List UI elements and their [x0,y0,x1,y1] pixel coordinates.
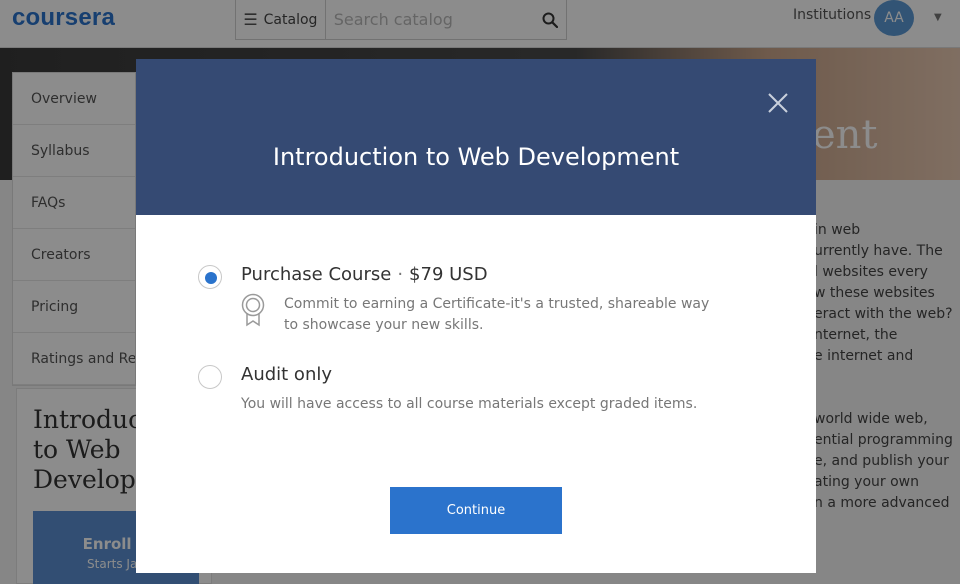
close-button[interactable] [766,91,790,115]
audit-only-description: You will have access to all course mater… [241,396,698,412]
purchase-course-radio[interactable] [198,265,222,289]
purchase-course-description: Commit to earning a Certificate-it's a t… [284,296,710,333]
modal-header: Introduction to Web Development [136,59,816,215]
purchase-course-title: Purchase Course [241,264,392,285]
enroll-options-modal: Introduction to Web Development Purchase… [136,59,816,573]
modal-title: Introduction to Web Development [272,143,680,171]
audit-only-radio[interactable] [198,365,222,389]
certificate-icon [240,293,266,327]
audit-only-label: Audit only [241,364,333,385]
close-icon [768,93,788,113]
continue-button[interactable]: Continue [390,487,562,534]
purchase-course-label: Purchase Course · $79 USD [241,264,488,285]
course-price: $79 USD [409,264,488,285]
price-separator: · [397,264,404,285]
